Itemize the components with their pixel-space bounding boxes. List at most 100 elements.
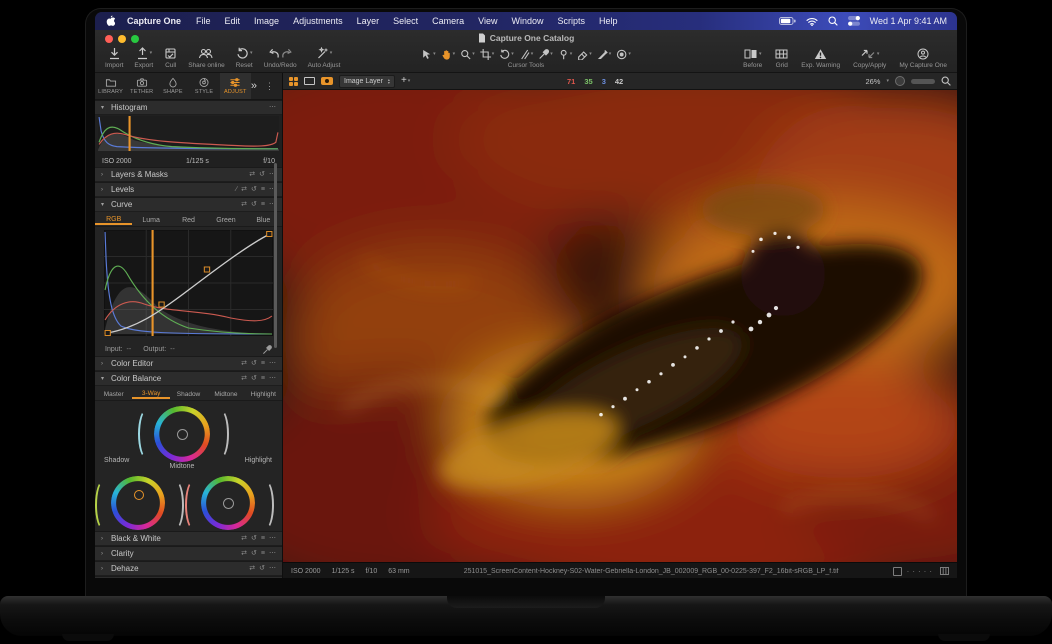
curve-tab-rgb[interactable]: RGB bbox=[95, 214, 132, 225]
heal-tool[interactable]: ▾ bbox=[558, 49, 573, 60]
undo-redo-button[interactable]: Undo/Redo bbox=[264, 47, 297, 69]
preset-menu-icon[interactable]: ≡ bbox=[261, 201, 265, 208]
import-button[interactable]: Import bbox=[105, 47, 123, 69]
more-icon[interactable]: ⋯ bbox=[269, 565, 276, 572]
filmstrip-icon[interactable] bbox=[940, 567, 949, 575]
menu-item-select[interactable]: Select bbox=[393, 16, 418, 26]
copy-adjustments-icon[interactable]: ⇄ bbox=[241, 535, 247, 542]
export-button[interactable]: ▾ Export bbox=[134, 47, 153, 69]
shadow-lightness-arc[interactable] bbox=[167, 480, 184, 530]
tab-overflow-icon[interactable]: ⋮ bbox=[265, 81, 274, 92]
exposure-warning-button[interactable]: Exp. Warning bbox=[801, 48, 840, 69]
panel-header-curve[interactable]: ▾ Curve ⇄ ↺ ≡ ⋯ bbox=[95, 197, 282, 212]
menu-item-window[interactable]: Window bbox=[512, 16, 544, 26]
menu-app-name[interactable]: Capture One bbox=[127, 16, 181, 26]
preset-menu-icon[interactable]: ≡ bbox=[261, 375, 265, 382]
before-button[interactable]: ▾ Before bbox=[743, 48, 762, 69]
pan-tool[interactable]: ▾ bbox=[441, 49, 456, 60]
highlight-saturation-arc[interactable] bbox=[185, 480, 202, 530]
curve-graph[interactable] bbox=[95, 227, 282, 343]
shadow-wheel-marker[interactable] bbox=[134, 490, 144, 500]
menu-item-camera[interactable]: Camera bbox=[432, 16, 464, 26]
panel-header-color-editor[interactable]: › Color Editor ⇄ ↺ ≡ ⋯ bbox=[95, 356, 282, 371]
menu-item-image[interactable]: Image bbox=[254, 16, 279, 26]
menu-clock[interactable]: Wed 1 Apr 9:41 AM bbox=[870, 16, 947, 26]
zoom-fit-icon[interactable] bbox=[895, 76, 905, 86]
more-icon[interactable]: ⋯ bbox=[269, 360, 276, 367]
curve-picker-icon[interactable] bbox=[262, 345, 272, 355]
zoom-slider[interactable] bbox=[911, 79, 935, 84]
copy-adjustments-icon[interactable]: ⇄ bbox=[249, 171, 255, 178]
menu-item-view[interactable]: View bbox=[478, 16, 497, 26]
wifi-icon[interactable] bbox=[806, 17, 818, 26]
shadow-saturation-arc[interactable] bbox=[95, 480, 112, 530]
more-icon[interactable]: ⋯ bbox=[269, 375, 276, 382]
zoom-level[interactable]: 26% bbox=[865, 77, 880, 86]
loupe-tool[interactable]: ▾ bbox=[460, 49, 475, 60]
preset-menu-icon[interactable]: ≡ bbox=[261, 186, 265, 193]
layer-select-dropdown[interactable]: Image Layer ▴▾ bbox=[339, 75, 395, 88]
panel-header-levels[interactable]: › Levels ∕ ⇄ ↺ ≡ ⋯ bbox=[95, 182, 282, 197]
midtone-lightness-arc[interactable] bbox=[212, 409, 229, 459]
more-icon[interactable]: ⋯ bbox=[269, 535, 276, 542]
color-tag-dots-icon[interactable]: ····· bbox=[907, 567, 935, 576]
crop-tool[interactable]: ▾ bbox=[480, 49, 495, 60]
menu-item-adjustments[interactable]: Adjustments bbox=[293, 16, 343, 26]
draw-mask-tool[interactable]: ▾ bbox=[597, 49, 612, 60]
menu-item-help[interactable]: Help bbox=[599, 16, 618, 26]
panel-header-histogram[interactable]: ▾ Histogram ⋯ bbox=[95, 100, 282, 115]
erase-tool[interactable]: ▾ bbox=[577, 49, 592, 60]
menu-item-file[interactable]: File bbox=[196, 16, 211, 26]
shadow-color-wheel[interactable] bbox=[111, 476, 165, 530]
panel-header-dehaze[interactable]: › Dehaze ⇄ ↺ ⋯ bbox=[95, 561, 282, 576]
panel-header-color-balance[interactable]: ▾ Color Balance ⇄ ↺ ≡ ⋯ bbox=[95, 371, 282, 386]
tab-shape[interactable]: SHAPE bbox=[157, 73, 188, 99]
copy-adjustments-icon[interactable]: ⇄ bbox=[249, 565, 255, 572]
grid-button[interactable]: Grid bbox=[775, 48, 788, 69]
reset-icon[interactable]: ↺ bbox=[259, 565, 265, 572]
curve-tab-green[interactable]: Green bbox=[207, 215, 244, 224]
copy-adjustments-icon[interactable]: ⇄ bbox=[241, 375, 247, 382]
copy-apply-button[interactable]: ▾ Copy/Apply bbox=[853, 48, 886, 69]
copy-adjustments-icon[interactable]: ⇄ bbox=[241, 201, 247, 208]
reset-icon[interactable]: ↺ bbox=[251, 550, 257, 557]
pick-levels-icon[interactable]: ∕ bbox=[236, 186, 237, 193]
cull-button[interactable]: Cull bbox=[164, 47, 177, 69]
preset-menu-icon[interactable]: ≡ bbox=[261, 360, 265, 367]
auto-adjust-button[interactable]: ▾ Auto Adjust bbox=[308, 47, 341, 69]
viewer-mode-icon[interactable] bbox=[304, 77, 315, 85]
reset-icon[interactable]: ↺ bbox=[251, 535, 257, 542]
menu-item-scripts[interactable]: Scripts bbox=[558, 16, 586, 26]
reset-icon[interactable]: ↺ bbox=[251, 201, 257, 208]
tab-library[interactable]: LIBRARY bbox=[95, 73, 126, 99]
select-tool[interactable]: ▾ bbox=[421, 49, 436, 60]
panel-header-black-white[interactable]: › Black & White ⇄ ↺ ≡ ⋯ bbox=[95, 531, 282, 546]
magnifier-icon[interactable] bbox=[941, 76, 951, 86]
panel-header-layers-masks[interactable]: › Layers & Masks ⇄ ↺ ⋯ bbox=[95, 167, 282, 182]
curve-tab-luma[interactable]: Luma bbox=[132, 215, 169, 224]
sidebar-scrollbar[interactable] bbox=[274, 163, 277, 348]
copy-adjustments-icon[interactable]: ⇄ bbox=[241, 186, 247, 193]
proof-view-icon[interactable] bbox=[321, 77, 333, 85]
cb-tab-highlight[interactable]: Highlight bbox=[245, 389, 282, 398]
share-online-button[interactable]: Share online bbox=[188, 47, 225, 69]
gradient-mask-tool[interactable]: ▾ bbox=[616, 49, 631, 60]
cb-tab-midtone[interactable]: Midtone bbox=[207, 389, 244, 398]
curve-tab-red[interactable]: Red bbox=[170, 215, 207, 224]
highlight-lightness-arc[interactable] bbox=[257, 480, 274, 530]
reset-icon[interactable]: ↺ bbox=[251, 186, 257, 193]
tab-adjust[interactable]: ADJUST bbox=[220, 73, 251, 99]
straighten-tool[interactable]: ▾ bbox=[519, 49, 534, 60]
copy-adjustments-icon[interactable]: ⇄ bbox=[241, 550, 247, 557]
rating-box-icon[interactable] bbox=[893, 567, 902, 576]
menu-item-layer[interactable]: Layer bbox=[357, 16, 380, 26]
cb-tab-master[interactable]: Master bbox=[95, 389, 132, 398]
preset-menu-icon[interactable]: ≡ bbox=[261, 535, 265, 542]
preset-menu-icon[interactable]: ≡ bbox=[261, 550, 265, 557]
more-icon[interactable]: ⋯ bbox=[269, 550, 276, 557]
control-center-icon[interactable] bbox=[848, 16, 860, 26]
menu-item-edit[interactable]: Edit bbox=[225, 16, 241, 26]
rotate-tool[interactable]: ▾ bbox=[499, 49, 514, 60]
more-icon[interactable]: ⋯ bbox=[269, 104, 276, 111]
reset-icon[interactable]: ↺ bbox=[251, 360, 257, 367]
